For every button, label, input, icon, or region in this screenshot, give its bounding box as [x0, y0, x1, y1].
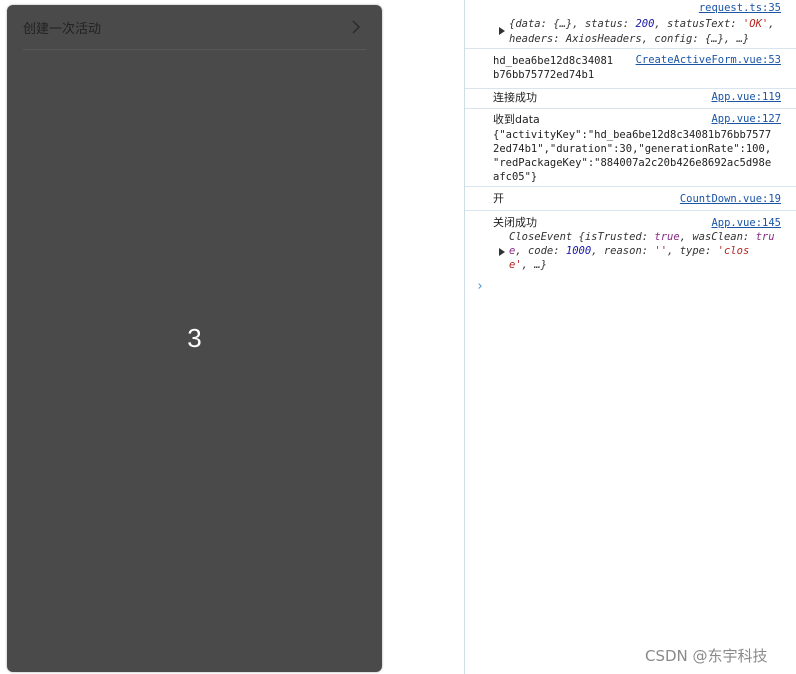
log-line: {data: {…}, status: 200, statusText: 'OK… [509, 18, 775, 30]
source-link[interactable]: request.ts:35 [699, 2, 781, 14]
log-line: headers: AxiosHeaders, config: {…}, …} [509, 33, 750, 45]
log-line: 2ed74b1","duration":30,"generationRate":… [493, 143, 772, 155]
chevron-right-icon [352, 20, 361, 34]
expand-triangle-icon[interactable] [499, 248, 505, 256]
log-line: CloseEvent {isTrusted: true, wasClean: t… [509, 231, 775, 243]
log-line: hd_bea6be12d8c34081 [493, 55, 614, 67]
divider [23, 49, 366, 50]
source-link[interactable]: App.vue:127 [711, 113, 781, 125]
source-link[interactable]: App.vue:119 [711, 91, 781, 103]
console-entry: CountDown.vue:19 开 [465, 187, 796, 211]
console-entry: App.vue:127 收到data {"activityKey":"hd_be… [465, 109, 796, 187]
log-line: 连接成功 [493, 91, 537, 104]
app-preview: 创建一次活动 3 [7, 5, 382, 672]
log-line: {"activityKey":"hd_bea6be12d8c34081b76bb… [493, 129, 772, 141]
log-line: 收到data [493, 113, 540, 126]
source-link[interactable]: CountDown.vue:19 [680, 193, 781, 205]
nav-title: 创建一次活动 [23, 21, 102, 37]
log-line: "redPackageKey":"884007a2c20b426e8692ac5… [493, 157, 772, 169]
create-activity-row[interactable]: 创建一次活动 [7, 5, 382, 49]
console-entry: request.ts:35 {data: {…}, status: 200, s… [465, 0, 796, 49]
source-link[interactable]: CreateActiveForm.vue:53 [636, 54, 781, 66]
console-prompt-icon[interactable]: › [476, 279, 484, 294]
console-entry: App.vue:119 连接成功 [465, 89, 796, 109]
console-entry: App.vue:145 关闭成功 CloseEvent {isTrusted: … [465, 211, 796, 275]
console-entry: CreateActiveForm.vue:53 hd_bea6be12d8c34… [465, 49, 796, 89]
log-line: 关闭成功 [493, 216, 537, 229]
log-line: e, code: 1000, reason: '', type: 'clos [509, 245, 750, 257]
log-line: e', …} [509, 259, 547, 271]
watermark: CSDN @东宇科技 [645, 647, 768, 665]
devtools-console: request.ts:35 {data: {…}, status: 200, s… [464, 0, 796, 674]
log-line: b76bb75772ed74b1 [493, 69, 595, 81]
log-line: afc05"} [493, 171, 538, 183]
log-line: 开 [493, 192, 504, 205]
countdown-number: 3 [187, 323, 202, 353]
source-link[interactable]: App.vue:145 [711, 217, 781, 229]
expand-triangle-icon[interactable] [499, 27, 505, 35]
